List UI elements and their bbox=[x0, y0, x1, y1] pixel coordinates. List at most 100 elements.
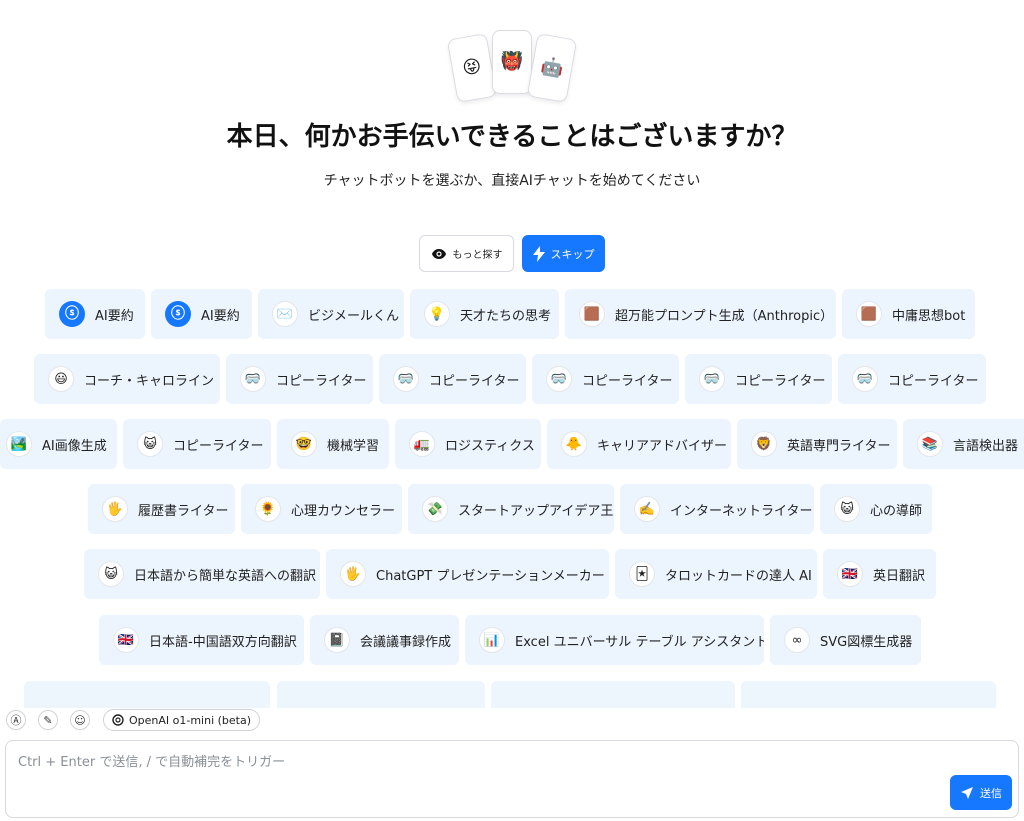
uk-flag-icon: 🇬🇧 bbox=[837, 561, 863, 587]
chatbot-chip[interactable]: 🇬🇧 英日翻訳 bbox=[823, 549, 936, 599]
chatbot-chip-label: 日本語-中国語双方向翻訳 bbox=[149, 634, 297, 650]
chatbot-chip-label: 英語専門ライター bbox=[787, 438, 891, 454]
anthropic-icon: 🟫 bbox=[856, 301, 882, 327]
chatbot-chip-label: コーチ・キャロライン bbox=[84, 373, 215, 389]
chatbot-chip[interactable] bbox=[491, 681, 735, 708]
chip-row-1: ⓢ AI要約 ⓢ AI要約 ✉️ ビジメールくん 💡 天才たちの思考 🟫 超万能プロンプト… bbox=[0, 289, 1024, 339]
chatbot-chip[interactable]: 🃏 タロットカードの達人 AI bbox=[615, 549, 817, 599]
anthropic-icon: 🟫 bbox=[579, 301, 605, 327]
chatbot-chip-label: 日本語から簡単な英語への翻訳 bbox=[134, 568, 317, 584]
goggles-icon: 🥽 bbox=[393, 366, 419, 392]
chatbot-chip[interactable]: 🐥 キャリアアドバイザー bbox=[547, 419, 731, 469]
chatbot-chip[interactable]: 🥽 コピーライター bbox=[226, 354, 373, 404]
chatbot-chip-label: コピーライター bbox=[582, 373, 673, 389]
chatbot-chip-label: 英日翻訳 bbox=[873, 568, 926, 584]
chatbot-chip-label: ビジメールくん bbox=[308, 308, 400, 324]
chip-row-2: 😃 コーチ・キャロライン 🥽 コピーライター 🥽 コピーライター 🥽 コピーライター 🥽… bbox=[0, 354, 1024, 404]
auto-mode-button[interactable]: Ⓐ bbox=[6, 710, 26, 730]
eye-icon bbox=[431, 248, 446, 259]
ai-summary-logo-icon: ⓢ bbox=[59, 301, 85, 327]
chatbot-chip[interactable] bbox=[24, 681, 270, 708]
landscape-icon: 🏞️ bbox=[6, 431, 32, 457]
chat-input[interactable] bbox=[18, 751, 918, 801]
ai-summary-logo-icon: ⓢ bbox=[165, 301, 191, 327]
chatbot-chip-label: Excel ユニバーサル テーブル アシスタント bbox=[515, 634, 764, 650]
notebook-icon: 📓 bbox=[324, 627, 350, 653]
hand-icon: 🖐️ bbox=[102, 496, 128, 522]
chatbot-chip-label: SVG図標生成器 bbox=[820, 634, 913, 650]
bot-face-button[interactable]: ☺ bbox=[70, 710, 90, 730]
chatbot-chip[interactable]: 💡 天才たちの思考 bbox=[410, 289, 559, 339]
chatbot-chip[interactable]: 🚛 ロジスティクス bbox=[395, 419, 541, 469]
chatbot-chip[interactable]: 🟫 超万能プロンプト生成（Anthropic） bbox=[565, 289, 836, 339]
page-subtitle: チャットボットを選ぶか、直接AIチャットを始めてください bbox=[323, 173, 701, 189]
chatbot-chip-label: 中庸思想bot bbox=[892, 308, 966, 324]
smile-face-icon: 😃 bbox=[48, 366, 74, 392]
chatbot-chip-label: キャリアアドバイザー bbox=[597, 438, 728, 454]
model-selector[interactable]: OpenAI o1-mini (beta) bbox=[103, 709, 261, 731]
skip-button[interactable]: スキップ bbox=[522, 235, 605, 272]
chatbot-chip[interactable]: 💸 スタートアップアイデア王 bbox=[408, 484, 614, 534]
chatbot-chip[interactable]: 🦁 英語専門ライター bbox=[737, 419, 897, 469]
chatbot-chip[interactable]: 🤓 機械学習 bbox=[277, 419, 389, 469]
money-icon: 💸 bbox=[422, 496, 448, 522]
explore-more-label: もっと探す bbox=[452, 250, 503, 261]
chatbot-chip[interactable]: 🌻 心理カウンセラー bbox=[241, 484, 402, 534]
chatbot-chip-label: タロットカードの達人 AI bbox=[665, 568, 812, 584]
chatbot-chip[interactable]: 😺 日本語から簡単な英語への翻訳 bbox=[84, 549, 320, 599]
chip-row-4: 🖐️ 履歴書ライター 🌻 心理カウンセラー 💸 スタートアップアイデア王 ✍️ インター… bbox=[0, 484, 1024, 534]
magic-wand-button[interactable]: ✎ bbox=[38, 710, 58, 730]
chatbot-chip[interactable]: 🥽 コピーライター bbox=[685, 354, 832, 404]
bar-chart-icon: 📊 bbox=[479, 627, 505, 653]
chatbot-chip-label: ChatGPT プレゼンテーションメーカー bbox=[376, 568, 605, 584]
explore-more-button[interactable]: もっと探す bbox=[419, 235, 514, 272]
chick-icon: 🐥 bbox=[561, 431, 587, 457]
chatbot-chip[interactable]: 📊 Excel ユニバーサル テーブル アシスタント bbox=[465, 615, 764, 665]
chatbot-chip[interactable]: 📚 言語検出器 bbox=[903, 419, 1024, 469]
tarot-card-icon: 🃏 bbox=[629, 561, 655, 587]
composer-toolbar: Ⓐ ✎ ☺ OpenAI o1-mini (beta) bbox=[0, 708, 1024, 732]
chatbot-chip[interactable]: ⓢ AI要約 bbox=[45, 289, 145, 339]
chatbot-chip[interactable]: 📓 会議議事録作成 bbox=[310, 615, 459, 665]
send-icon bbox=[961, 786, 973, 799]
chatbot-chip[interactable]: 🖐️ 履歴書ライター bbox=[88, 484, 235, 534]
hero-card-ogre-icon: 👹 bbox=[492, 30, 532, 94]
chatbot-chip-label: 天才たちの思考 bbox=[460, 308, 552, 324]
hero-cards: 😝 👹 🤖 bbox=[0, 30, 1024, 110]
chip-row-3: 🏞️ AI画像生成 😺 コピーライター 🤓 機械学習 🚛 ロジスティクス 🐥 キャリアアド… bbox=[0, 419, 1024, 469]
chatbot-chip-label: コピーライター bbox=[429, 373, 520, 389]
goggles-icon: 🥽 bbox=[852, 366, 878, 392]
chatbot-chip[interactable]: 😺 心の導師 bbox=[820, 484, 932, 534]
goggles-icon: 🥽 bbox=[240, 366, 266, 392]
hand-icon: 🖐️ bbox=[340, 561, 366, 587]
chatbot-chip[interactable]: ✉️ ビジメールくん bbox=[258, 289, 404, 339]
envelope-icon: ✉️ bbox=[272, 301, 298, 327]
send-button[interactable]: 送信 bbox=[950, 775, 1012, 810]
chatbot-chip[interactable]: 🏞️ AI画像生成 bbox=[0, 419, 117, 469]
skip-label: スキップ bbox=[550, 247, 595, 261]
chatbot-chip[interactable]: ⓢ AI要約 bbox=[151, 289, 252, 339]
magic-wand-icon: ✎ bbox=[43, 713, 53, 727]
chatbot-chip[interactable] bbox=[741, 681, 996, 708]
bot-face-icon: ☺ bbox=[74, 713, 86, 727]
chatbot-chip-label: コピーライター bbox=[276, 373, 367, 389]
chatbot-chip-label: 心の導師 bbox=[870, 503, 923, 519]
chatbot-chip-label: AI画像生成 bbox=[42, 438, 107, 454]
chatbot-chip[interactable]: 🥽 コピーライター bbox=[838, 354, 986, 404]
chatbot-chip-label: 言語検出器 bbox=[953, 438, 1019, 454]
chatbot-chip[interactable]: 🥽 コピーライター bbox=[532, 354, 679, 404]
hero-card-winking-face-icon: 😝 bbox=[446, 33, 498, 103]
chatbot-chip[interactable]: 🥽 コピーライター bbox=[379, 354, 526, 404]
chatbot-chip[interactable]: 🟫 中庸思想bot bbox=[842, 289, 975, 339]
chatbot-chip-label: 会議議事録作成 bbox=[360, 634, 452, 650]
chatbot-chip[interactable]: 😺 コピーライター bbox=[123, 419, 271, 469]
chatbot-chip-label: 超万能プロンプト生成（Anthropic） bbox=[615, 308, 834, 324]
chatbot-chip[interactable]: ∞ SVG図標生成器 bbox=[770, 615, 921, 665]
chatbot-chip[interactable] bbox=[277, 681, 485, 708]
chatbot-chip[interactable]: 🇬🇧 日本語-中国語双方向翻訳 bbox=[99, 615, 304, 665]
chip-row-7-partial bbox=[0, 681, 1024, 708]
chatbot-chip-label: 心理カウンセラー bbox=[291, 503, 396, 519]
chatbot-chip[interactable]: 😃 コーチ・キャロライン bbox=[34, 354, 220, 404]
chatbot-chip[interactable]: ✍️ インターネットライター bbox=[620, 484, 814, 534]
chatbot-chip[interactable]: 🖐️ ChatGPT プレゼンテーションメーカー bbox=[326, 549, 609, 599]
